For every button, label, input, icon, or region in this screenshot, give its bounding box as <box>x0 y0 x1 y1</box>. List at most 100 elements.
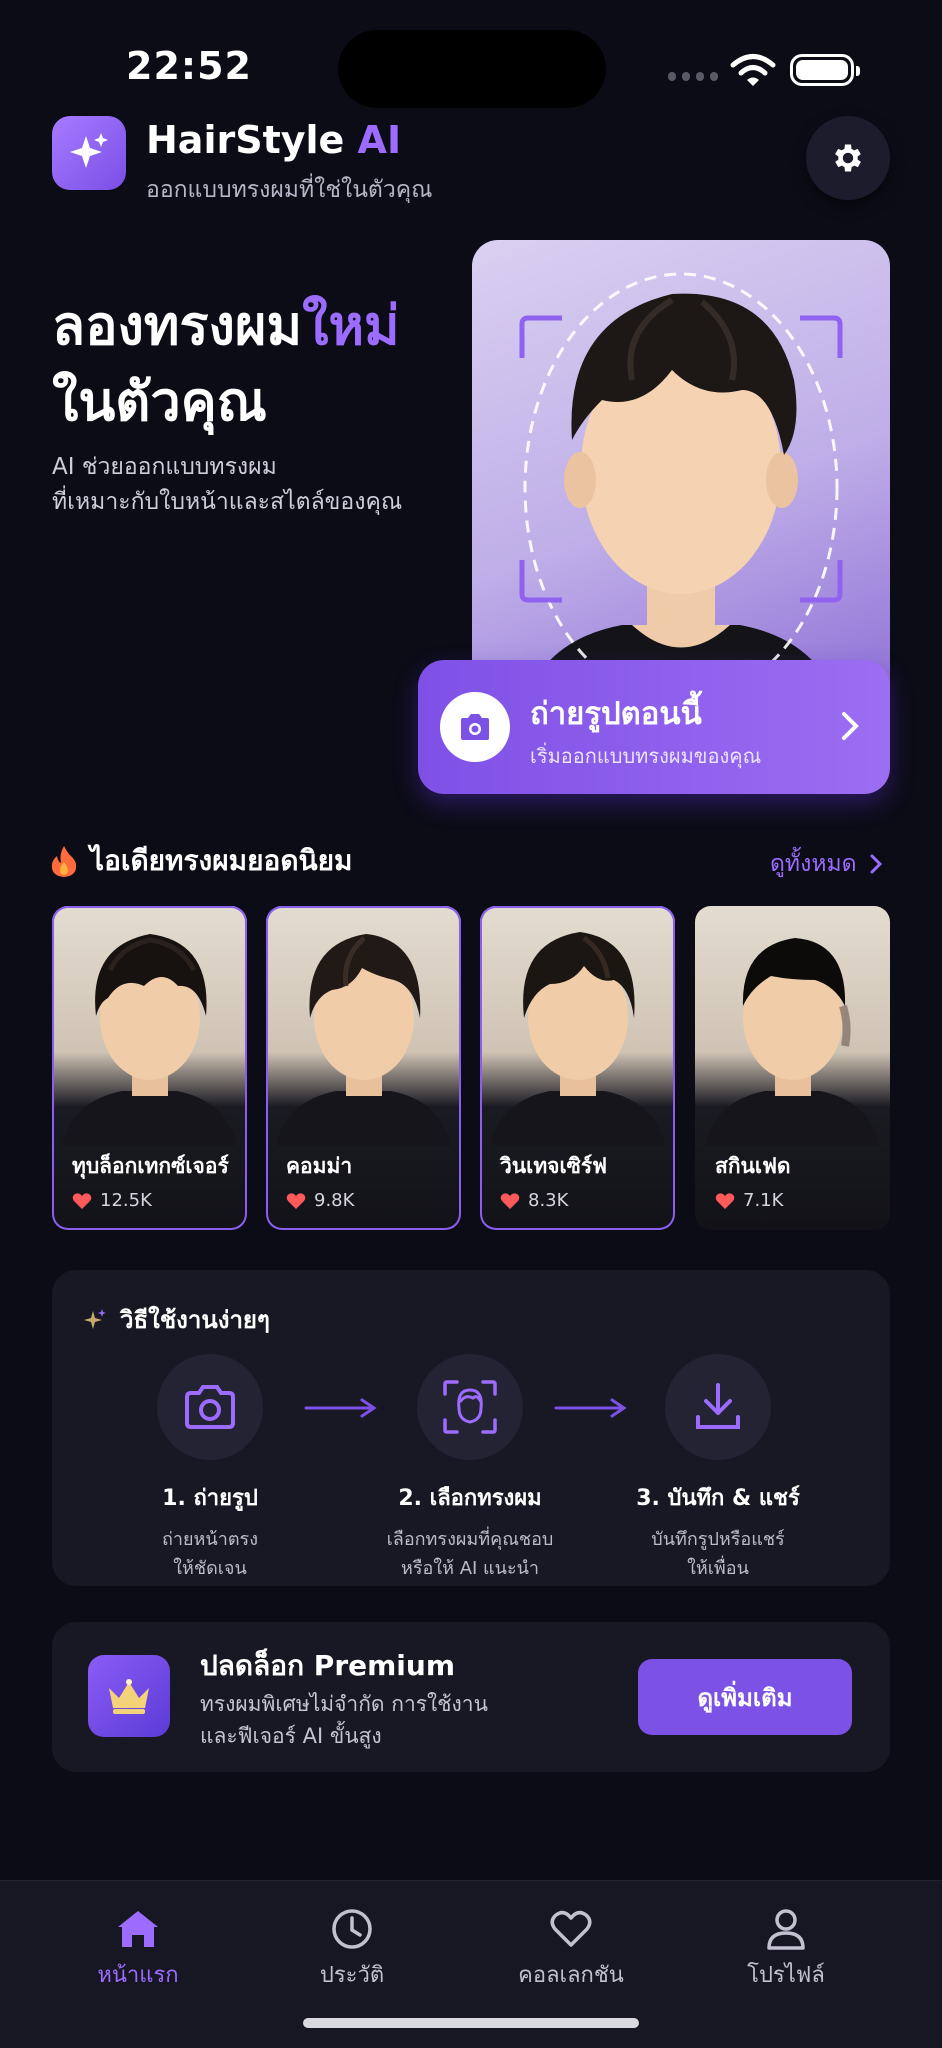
app-logo <box>52 116 126 190</box>
premium-desc: ทรงผมพิเศษไม่จำกัด การใช้งาน และฟีเจอร์ … <box>200 1688 530 1752</box>
app-title-main: HairStyle <box>146 118 345 162</box>
home-indicator[interactable] <box>303 2018 639 2028</box>
premium-more-button[interactable]: ดูเพิ่มเติม <box>638 1659 852 1735</box>
cta-camera-circle <box>440 692 510 762</box>
premium-desc-line1: ทรงผมพิเศษไม่จำกัด การใช้งาน <box>200 1692 488 1716</box>
howto-step: 1. ถ่ายรูป ถ่ายหน้าตรง ให้ชัดเจน <box>80 1354 340 1583</box>
hairstyle-likes-count: 9.8K <box>314 1190 355 1211</box>
hairstyle-photo <box>490 932 665 1146</box>
hairstyle-name: คอมม่า <box>286 1154 353 1178</box>
heart-icon <box>286 1192 306 1209</box>
dynamic-island <box>338 30 606 108</box>
user-icon <box>767 1909 805 1950</box>
hero-title-line2: ในตัวคุณ <box>52 370 267 433</box>
crown-icon <box>109 1679 149 1714</box>
step-desc-line1: ถ่ายหน้าตรง <box>162 1529 258 1550</box>
tab-collection[interactable]: คอลเลกชัน <box>496 1901 646 1992</box>
settings-button[interactable] <box>806 116 890 200</box>
cta-title: ถ่ายรูปตอนนี้ <box>530 696 702 732</box>
chevron-right-icon <box>842 712 859 740</box>
tab-label: โปรไฟล์ <box>747 1963 825 1988</box>
hairstyle-card[interactable]: คอมม่า 9.8K <box>266 906 461 1230</box>
hairstyle-likes-count: 7.1K <box>743 1190 784 1211</box>
face-illustration <box>519 272 843 710</box>
hero-title: ลองทรงผมใหม่ ในตัวคุณ <box>52 288 400 440</box>
premium-banner: ปลดล็อก Premium ทรงผมพิเศษไม่จำกัด การใช… <box>52 1622 890 1772</box>
app-title: HairStyle AI <box>146 118 401 162</box>
premium-icon-box <box>88 1655 170 1737</box>
gear-icon <box>835 144 861 172</box>
heart-icon <box>72 1192 92 1209</box>
premium-title: ปลดล็อก Premium <box>200 1649 455 1682</box>
face-scan-icon <box>443 1380 497 1434</box>
step-desc: ถ่ายหน้าตรง ให้ชัดเจน <box>80 1525 340 1583</box>
howto-step: 2. เลือกทรงผม เลือกทรงผมที่คุณชอบ หรือให… <box>340 1354 600 1583</box>
howto-step: 3. บันทึก & แชร์ บันทึกรูปหรือแชร์ ให้เพ… <box>588 1354 848 1583</box>
download-icon <box>696 1383 740 1429</box>
hairstyle-card[interactable]: วินเทจเซิร์ฟ 8.3K <box>480 906 675 1230</box>
howto-title: วิธีใช้งานง่ายๆ <box>82 1300 270 1339</box>
tab-history[interactable]: ประวัติ <box>277 1901 427 1992</box>
popular-hairstyles-list: ทุบล็อกเทกซ์เจอร์ 12.5K คอมม่า 9.8K วินเ… <box>52 906 890 1230</box>
step-desc-line2: หรือให้ AI แนะนำ <box>400 1558 540 1579</box>
step-title: 1. ถ่ายรูป <box>162 1486 258 1511</box>
hero-subtitle: AI ช่วยออกแบบทรงผม ที่เหมาะกับใบหน้าและส… <box>52 450 452 520</box>
hairstyle-name: วินเทจเซิร์ฟ <box>500 1154 608 1178</box>
app-tagline: ออกแบบทรงผมที่ใช่ในตัวคุณ <box>146 177 433 203</box>
take-photo-button[interactable]: ถ่ายรูปตอนนี้ เริ่มออกแบบทรงผมของคุณ <box>418 660 890 794</box>
step-title: 3. บันทึก & แชร์ <box>636 1486 800 1511</box>
howto-title-text: วิธีใช้งานง่ายๆ <box>120 1306 270 1334</box>
heart-icon <box>500 1192 520 1209</box>
hairstyle-likes-count: 8.3K <box>528 1190 569 1211</box>
step-desc-line1: บันทึกรูปหรือแชร์ <box>651 1529 785 1550</box>
home-icon <box>118 1911 158 1947</box>
wifi-icon <box>730 54 776 86</box>
tab-home[interactable]: หน้าแรก <box>63 1901 213 1992</box>
cellular-signal-icon <box>668 72 718 84</box>
tab-label: คอลเลกชัน <box>518 1963 624 1988</box>
hairstyle-likes: 9.8K <box>286 1190 354 1211</box>
step-icon-circle <box>417 1354 523 1460</box>
sparkles-icon <box>84 1308 106 1329</box>
clock-icon <box>332 1909 372 1949</box>
hairstyle-likes: 12.5K <box>72 1190 152 1211</box>
battery-icon <box>790 54 860 86</box>
step-desc-line2: ให้ชัดเจน <box>173 1558 247 1579</box>
hero-face-preview <box>472 240 890 710</box>
step-icon-circle <box>157 1354 263 1460</box>
hero-title-line1: ลองทรงผม <box>52 294 303 357</box>
hero-subtitle-line1: AI ช่วยออกแบบทรงผม <box>52 454 277 480</box>
hairstyle-photo <box>705 938 880 1146</box>
step-title: 2. เลือกทรงผม <box>398 1486 542 1511</box>
hairstyle-name: สกินเฟด <box>715 1154 791 1178</box>
hairstyle-likes: 7.1K <box>715 1190 783 1211</box>
tab-profile[interactable]: โปรไฟล์ <box>711 1901 861 1992</box>
tab-label: หน้าแรก <box>97 1963 179 1988</box>
hairstyle-likes-count: 12.5K <box>100 1190 152 1211</box>
app-title-ai: AI <box>357 118 402 162</box>
hairstyle-card[interactable]: สกินเฟด 7.1K <box>695 906 890 1230</box>
step-desc: บันทึกรูปหรือแชร์ ให้เพื่อน <box>588 1525 848 1583</box>
hero-subtitle-line2: ที่เหมาะกับใบหน้าและสไตล์ของคุณ <box>52 489 403 515</box>
sparkles-icon <box>70 133 108 168</box>
hero-title-accent: ใหม่ <box>302 294 400 357</box>
camera-icon <box>461 714 489 740</box>
step-desc-line2: ให้เพื่อน <box>687 1558 749 1579</box>
status-time: 22:52 <box>126 44 252 88</box>
step-icon-circle <box>665 1354 771 1460</box>
heart-icon <box>715 1192 735 1209</box>
camera-icon <box>185 1385 235 1429</box>
popular-title-text: ไอเดียทรงผมยอดนิยม <box>90 844 353 877</box>
see-all-link[interactable]: ดูทั้งหมด <box>770 846 883 882</box>
hairstyle-card[interactable]: ทุบล็อกเทกซ์เจอร์ 12.5K <box>52 906 247 1230</box>
step-desc-line1: เลือกทรงผมที่คุณชอบ <box>386 1529 554 1550</box>
heart-icon <box>550 1910 592 1947</box>
hairstyle-likes: 8.3K <box>500 1190 568 1211</box>
hairstyle-name: ทุบล็อกเทกซ์เจอร์ <box>72 1154 229 1178</box>
premium-desc-line2: และฟีเจอร์ AI ขั้นสูง <box>200 1724 382 1748</box>
howto-panel: วิธีใช้งานง่ายๆ 1. ถ่ายรูป ถ่ายหน้าตรง ใ… <box>52 1270 890 1586</box>
chevron-right-icon <box>870 854 882 874</box>
hairstyle-photo <box>276 934 451 1146</box>
step-desc: เลือกทรงผมที่คุณชอบ หรือให้ AI แนะนำ <box>340 1525 600 1583</box>
see-all-label: ดูทั้งหมด <box>770 851 857 877</box>
